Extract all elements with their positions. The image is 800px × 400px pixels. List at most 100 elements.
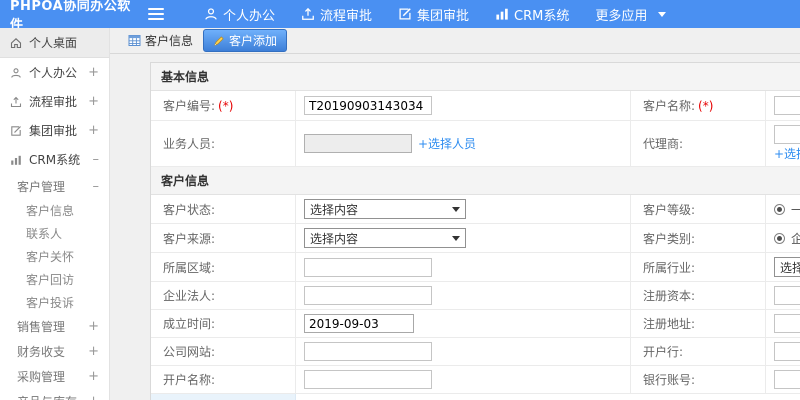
- sidebar-item-desktop[interactable]: 个人桌面: [0, 28, 109, 58]
- form-row: 所属区域: 所属行业: 选择内容: [151, 253, 800, 282]
- nav-group-approval[interactable]: 集团审批: [398, 5, 469, 24]
- field-label: 业务人员:: [151, 121, 296, 166]
- form-row: 公司网站: 开户行:: [151, 338, 800, 366]
- customer-category-radio[interactable]: [774, 232, 785, 244]
- sidebar-item-workflow-approval[interactable]: 流程审批 +: [0, 87, 109, 116]
- sidebar-item-crm-system[interactable]: CRM系统 –: [0, 145, 109, 174]
- form-row: 业务人员: +选择人员 代理商: +选择代理商: [151, 121, 800, 167]
- nav-label: 集团审批: [417, 8, 470, 24]
- field-label: 注册资本:: [631, 282, 766, 309]
- field-label: 企业法人:: [151, 282, 296, 309]
- hamburger-menu-icon[interactable]: [148, 8, 164, 20]
- section-title-basic-info: 基本信息: [151, 63, 800, 91]
- expand-icon[interactable]: +: [88, 344, 99, 359]
- main-content: 客户信息 客户添加 基本信息 客户编号:(*) 客户名称:(*): [110, 28, 800, 400]
- bank-account-input[interactable]: [774, 370, 800, 389]
- expand-icon[interactable]: +: [88, 394, 99, 400]
- sidebar-item-label: 采购管理: [17, 370, 66, 384]
- table-grid-icon: [128, 34, 141, 47]
- bar-chart-icon: [495, 7, 509, 21]
- tab-bar: 客户信息 客户添加: [110, 28, 800, 54]
- salesperson-input[interactable]: [304, 134, 412, 153]
- expand-icon[interactable]: +: [88, 319, 99, 334]
- nav-workflow-approval[interactable]: 流程审批: [301, 5, 372, 24]
- collapse-icon[interactable]: –: [93, 152, 100, 167]
- tab-customer-add[interactable]: 客户添加: [203, 29, 288, 52]
- region-input[interactable]: [304, 257, 432, 277]
- sidebar-item-personal-office[interactable]: 个人办公 +: [0, 58, 109, 87]
- customer-add-form: 基本信息 客户编号:(*) 客户名称:(*) 业务人员:: [150, 62, 800, 400]
- customer-source-select[interactable]: 选择内容: [304, 228, 466, 248]
- home-icon: [10, 37, 22, 49]
- field-label: 成立时间:: [151, 310, 296, 337]
- registered-address-input[interactable]: [774, 314, 800, 333]
- sidebar-item-product-inventory[interactable]: 产品与库存 +: [0, 389, 109, 400]
- radio-label: 企业: [791, 231, 800, 246]
- customer-status-select[interactable]: 选择内容: [304, 199, 466, 219]
- sidebar-item-customer-info[interactable]: 客户信息: [0, 199, 109, 222]
- sidebar-item-customer-followup[interactable]: 客户回访: [0, 268, 109, 291]
- customer-level-radio[interactable]: [774, 203, 785, 215]
- field-label: 所属区域:: [151, 253, 296, 281]
- sidebar-item-label: 联系人: [26, 227, 63, 241]
- collapse-icon[interactable]: –: [93, 179, 100, 194]
- nav-more-apps[interactable]: 更多应用: [595, 5, 667, 24]
- industry-select[interactable]: 选择内容: [774, 257, 800, 277]
- expand-icon[interactable]: +: [88, 65, 99, 80]
- nav-label: 流程审批: [320, 8, 373, 24]
- user-icon: [10, 67, 22, 79]
- expand-icon[interactable]: +: [88, 94, 99, 109]
- edit-square-icon: [10, 125, 22, 137]
- nav-personal-office[interactable]: 个人办公: [204, 5, 275, 24]
- bank-branch-input[interactable]: [774, 342, 800, 361]
- field-label: 客户来源:: [151, 224, 296, 252]
- company-website-input[interactable]: [304, 342, 432, 361]
- required-mark: (*): [698, 98, 714, 113]
- remark-label-cell: [151, 394, 296, 400]
- sidebar-item-customer-complaint[interactable]: 客户投诉: [0, 291, 109, 314]
- pencil-icon: [213, 35, 225, 47]
- field-label: 开户名称:: [151, 366, 296, 393]
- sidebar-item-label: 集团审批: [29, 124, 78, 138]
- agent-input[interactable]: [774, 125, 800, 144]
- nav-crm-system[interactable]: CRM系统: [495, 5, 569, 24]
- section-title-customer-info: 客户信息: [151, 167, 800, 195]
- sidebar-item-sales-management[interactable]: 销售管理 +: [0, 314, 109, 339]
- flow-upload-icon: [301, 7, 315, 21]
- customer-name-input[interactable]: [774, 96, 800, 115]
- registered-capital-input[interactable]: [774, 286, 800, 305]
- bar-chart-icon: [10, 154, 22, 166]
- sidebar-item-label: 客户管理: [17, 180, 66, 194]
- sidebar: 个人桌面 个人办公 + 流程审批 + 集团审批 + CRM系统 – 客户管理 –…: [0, 28, 110, 400]
- sidebar-item-purchase-management[interactable]: 采购管理 +: [0, 364, 109, 389]
- field-label: 客户等级:: [631, 195, 766, 223]
- select-agent-link[interactable]: +选择代理商: [774, 145, 800, 162]
- founded-date-input[interactable]: [304, 314, 414, 333]
- nav-label: 个人办公: [223, 8, 276, 24]
- field-label: 客户名称: (*): [631, 91, 766, 120]
- field-label: 客户类别:: [631, 224, 766, 252]
- sidebar-item-label: 个人办公: [29, 66, 78, 80]
- select-person-link[interactable]: +选择人员: [418, 135, 476, 152]
- sidebar-item-contacts[interactable]: 联系人: [0, 222, 109, 245]
- customer-number-input[interactable]: [304, 96, 432, 115]
- sidebar-item-customer-care[interactable]: 客户关怀: [0, 245, 109, 268]
- expand-icon[interactable]: +: [88, 123, 99, 138]
- legal-person-input[interactable]: [304, 286, 432, 305]
- form-row: 客户编号:(*) 客户名称:(*): [151, 91, 800, 121]
- radio-label: 一星: [791, 202, 800, 217]
- sidebar-item-finance[interactable]: 财务收支 +: [0, 339, 109, 364]
- sidebar-item-label: 客户回访: [26, 273, 75, 287]
- form-row: 客户状态: 选择内容 客户等级: 一星: [151, 195, 800, 224]
- nav-label: 更多应用: [595, 8, 648, 24]
- nav-label: CRM系统: [514, 8, 570, 24]
- sidebar-item-label: 客户投诉: [26, 296, 75, 310]
- required-mark: (*): [218, 98, 234, 113]
- tab-customer-info[interactable]: 客户信息: [122, 32, 199, 49]
- chevron-down-icon: [658, 11, 667, 17]
- expand-icon[interactable]: +: [88, 369, 99, 384]
- account-name-input[interactable]: [304, 370, 432, 389]
- sidebar-item-group-approval[interactable]: 集团审批 +: [0, 116, 109, 145]
- sidebar-item-customer-management[interactable]: 客户管理 –: [0, 174, 109, 199]
- form-row: [151, 394, 800, 400]
